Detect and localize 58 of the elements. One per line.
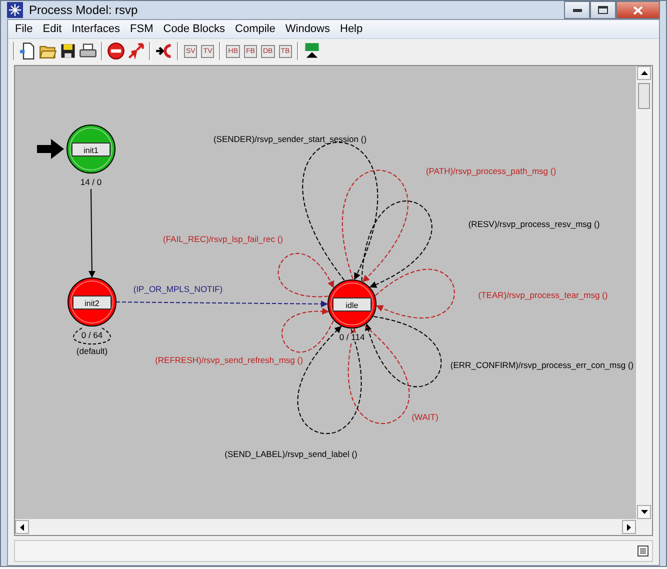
default-transition-loop[interactable] [72,328,112,344]
minimize-icon [572,8,582,12]
minimize-button[interactable] [564,1,590,19]
maximize-icon [598,6,608,14]
printer-icon[interactable] [79,42,97,60]
menu-item[interactable]: FSM [126,23,158,35]
transition-label: (default) [76,346,108,356]
transition-label: (IP_OR_MPLS_NOTIF) [133,284,223,294]
app-icon [7,2,23,18]
state-name: init1 [84,146,98,155]
scroll-down-button[interactable] [637,505,651,519]
transition-arrow[interactable] [88,188,96,278]
maximize-button[interactable] [590,1,616,19]
status-icon [637,545,649,557]
up-arrow-icon [640,71,648,75]
arrows-icon[interactable] [127,42,145,60]
scroll-right-button[interactable] [622,520,636,534]
state-counts: 14 / 0 [80,177,102,187]
self-transition-loop[interactable] [342,170,408,282]
state-transition-icon[interactable] [155,42,173,60]
scrollbar-thumb[interactable] [638,83,650,109]
transition-label: (RESV)/rsvp_process_resv_msg () [468,219,600,229]
self-transition-loop[interactable] [361,200,432,288]
menu-item[interactable]: Windows [281,23,334,35]
state-name: idle [346,301,358,310]
menu-item[interactable]: File [11,23,37,35]
transition-label: (PATH)/rsvp_process_path_msg () [426,166,556,176]
new-file-icon[interactable] [19,42,37,60]
self-transition-loop[interactable] [348,325,410,424]
menu-item[interactable]: Interfaces [68,23,124,35]
transition-label: (SEND_LABEL)/rsvp_send_label () [224,449,358,459]
execute-icon[interactable] [302,42,321,60]
transition-label: (ERR_CONFIRM)/rsvp_process_err_con_msg () [450,360,634,370]
close-icon [633,6,643,14]
self-transition-loop[interactable] [365,316,442,388]
right-arrow-icon [627,524,631,530]
transition-arrow[interactable] [116,300,328,308]
transition-label: (SENDER)/rsvp_sender_start_session () [213,134,367,144]
transition-label: (REFRESH)/rsvp_send_refresh_msg () [155,355,303,365]
stop-icon[interactable] [107,42,125,60]
left-arrow-icon [20,524,24,530]
menu-item[interactable]: Help [336,23,367,35]
transition-label: (TEAR)/rsvp_process_tear_msg () [478,290,608,300]
self-transition-loop[interactable] [302,142,378,281]
transition-label: (FAIL_REC)/rsvp_lsp_fail_rec () [163,234,283,244]
scroll-left-button[interactable] [15,520,29,534]
menu-item[interactable]: Compile [231,23,280,35]
transition-label: (WAIT) [412,412,438,422]
initial-state-arrow [37,139,64,159]
close-button[interactable] [616,1,660,19]
state-name: init2 [84,299,100,308]
window-title: Process Model: rsvp [29,3,139,17]
scroll-up-button[interactable] [637,66,651,80]
menu-item[interactable]: Edit [38,23,66,35]
save-icon[interactable] [59,42,77,60]
menu-item[interactable]: Code Blocks [159,23,230,35]
down-arrow-icon [640,510,648,514]
state-counts: 0 / 64 [81,330,103,340]
